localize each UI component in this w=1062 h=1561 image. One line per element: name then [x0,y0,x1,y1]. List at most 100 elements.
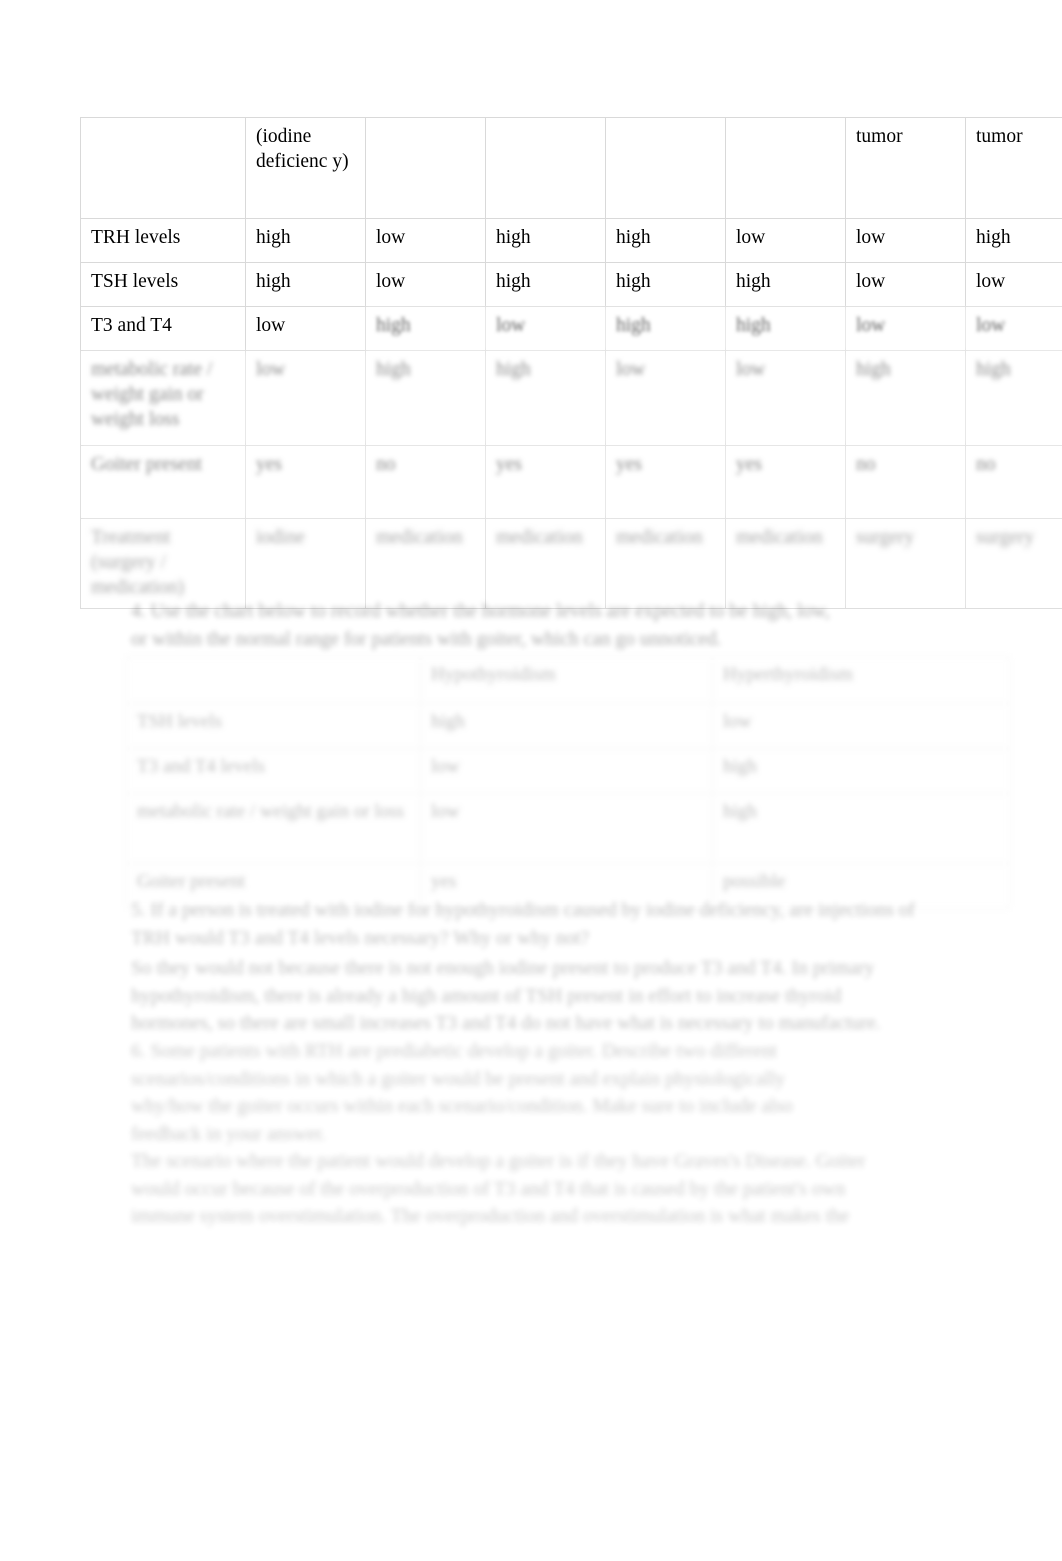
hypothyroidism-hyperthyroidism-table: Hypothyroidism Hyperthyroidism TSH level… [126,656,1010,909]
thyroid-conditions-comparison-table: (iodine deficienc y) tumor tumor TRH lev… [80,117,1062,609]
table-cell: high [965,218,1062,263]
table-cell: high [605,218,726,263]
table-cell: high [245,262,366,307]
table-row: (iodine deficienc y) tumor tumor [80,117,1062,219]
table-cell: high [725,306,846,351]
paragraph-line: or within the normal range for patients … [131,628,722,650]
table-cell: high [725,262,846,307]
table-cell-row-label: TSH levels [80,262,246,307]
table-cell: low [245,350,366,446]
table-cell-row-label [126,656,421,704]
table-cell: no [965,445,1062,519]
table-cell: tumor [845,117,966,219]
table-row: Goiter present yes no yes yes yes no no [80,445,1062,519]
table-row: metabolic rate / weight gain or loss low… [126,793,1010,864]
table-cell: medication [725,518,846,609]
table-cell: yes [725,445,846,519]
table-cell: tumor [965,117,1062,219]
table-cell: (iodine deficienc y) [245,117,366,219]
table-row: TSH levels high low [126,703,1010,749]
table-cell-row-label: Treatment (surgery / medication) [80,518,246,609]
table-cell: medication [485,518,606,609]
table-cell: low [365,218,486,263]
table-cell: medication [365,518,486,609]
table-cell: low [845,218,966,263]
table-cell: high [965,350,1062,446]
table-row: TSH levels high low high high high low l… [80,262,1062,307]
table-cell: low [712,703,1010,749]
table-cell: low [485,306,606,351]
table-row: Hypothyroidism Hyperthyroidism [126,656,1010,704]
table-cell: low [365,262,486,307]
table-cell [365,117,486,219]
table-cell: no [365,445,486,519]
table-row: TRH levels high low high high low low hi… [80,218,1062,263]
table-column-header: Hyperthyroidism [712,656,1010,704]
table-cell: low [845,306,966,351]
table-cell: low [725,218,846,263]
paragraph-line: immune system overstimulation. The overp… [131,1206,850,1227]
table-cell: high [605,262,726,307]
table-cell: high [365,306,486,351]
table-cell [485,117,606,219]
table-cell-row-label: metabolic rate / weight gain or loss [126,793,421,864]
paragraph-line: feedback in your answer. [131,1123,326,1145]
table-cell-row-label: T3 and T4 [80,306,246,351]
table-cell: high [485,350,606,446]
table-cell: high [365,350,486,446]
table-cell: yes [605,445,726,519]
table-cell: high [712,748,1010,794]
table-cell: surgery [965,518,1062,609]
paragraph-line: would occur because of the overproductio… [131,1178,846,1200]
paragraph-question-6: 6. Some patients with RTH are prediabeti… [131,1038,931,1148]
paragraph-line: hormones, so there are small increases T… [131,1013,881,1034]
table-cell: high [845,350,966,446]
paragraph-line: The scenario where the patient would dev… [131,1151,866,1172]
table-cell: high [485,218,606,263]
table-cell: low [845,262,966,307]
table-cell: high [605,306,726,351]
table-cell: low [965,306,1062,351]
table-cell: yes [485,445,606,519]
table-cell [725,117,846,219]
table-cell: low [420,748,713,794]
table-row: T3 and T4 low high low high high low low [80,306,1062,351]
table-cell: surgery [845,518,966,609]
table-cell: high [485,262,606,307]
paragraph-line: TRH would T3 and T4 levels necessary? Wh… [131,927,590,949]
table-cell-row-label: TRH levels [80,218,246,263]
table-cell: no [845,445,966,519]
table-cell-row-label: metabolic rate / weight gain or weight l… [80,350,246,446]
paragraph-question-4: 4. Use the chart below to record whether… [131,598,931,653]
paragraph-line: why/how the goiter occurs within each sc… [131,1096,793,1117]
table-cell [605,117,726,219]
table-row: metabolic rate / weight gain or weight l… [80,350,1062,446]
table-cell: medication [605,518,726,609]
table-column-header: Hypothyroidism [420,656,713,704]
paragraph-line: 5. If a person is treated with iodine fo… [131,900,915,921]
table-row: Treatment (surgery / medication) iodine … [80,518,1062,609]
paragraph-line: scenarios/conditions in which a goiter w… [131,1068,786,1090]
paragraph-line: hypothyroidism, there is already a high … [131,985,842,1007]
paragraph-line: 6. Some patients with RTH are prediabeti… [131,1041,778,1062]
table-cell: low [725,350,846,446]
table-cell-row-label: TSH levels [126,703,421,749]
table-cell: low [965,262,1062,307]
table-cell: high [245,218,366,263]
paragraph-answer-6: The scenario where the patient would dev… [131,1148,931,1231]
paragraph-line: So they would not because there is not e… [131,958,875,979]
paragraph-line: 4. Use the chart below to record whether… [131,601,830,622]
paragraph-question-5: 5. If a person is treated with iodine fo… [131,897,931,952]
table-cell: low [605,350,726,446]
table-cell-row-label: Goiter present [80,445,246,519]
table-cell: high [420,703,713,749]
table-cell-row-label: T3 and T4 levels [126,748,421,794]
table-cell: high [712,793,1010,864]
table-cell: low [420,793,713,864]
table-cell: low [245,306,366,351]
table-cell: iodine [245,518,366,609]
document-page: (iodine deficienc y) tumor tumor TRH lev… [0,0,1062,1561]
table-cell: yes [245,445,366,519]
table-cell-row-label [80,117,246,219]
paragraph-answer-5: So they would not because there is not e… [131,955,931,1038]
